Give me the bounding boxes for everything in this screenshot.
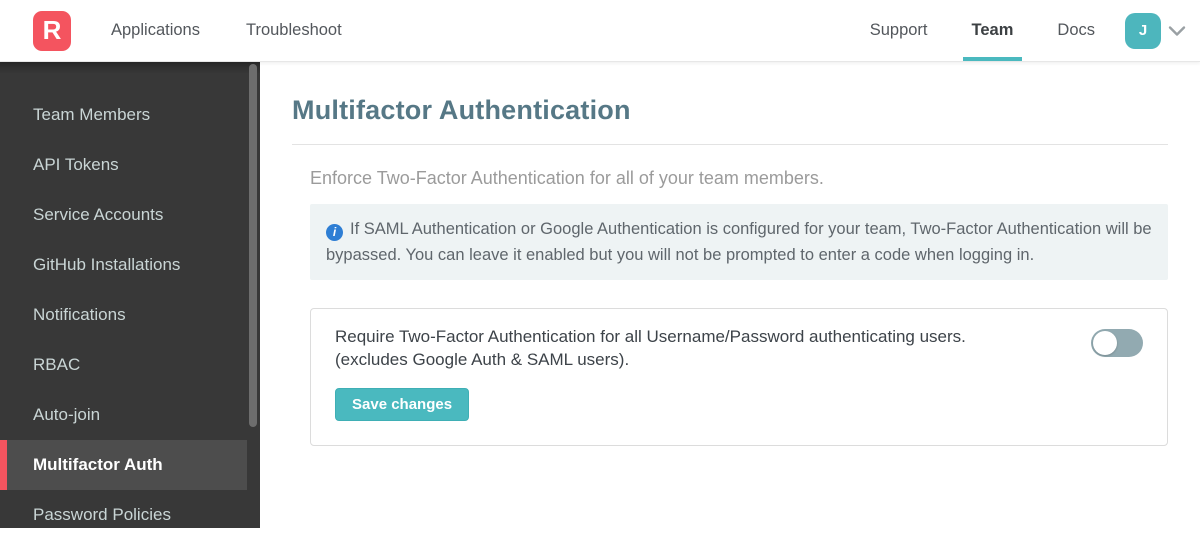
sidebar: Team Members API Tokens Service Accounts… [0, 62, 260, 528]
mfa-requirement-line1: Require Two-Factor Authentication for al… [335, 327, 966, 346]
sidebar-item-api-tokens[interactable]: API Tokens [0, 140, 247, 190]
sidebar-item-password-policies[interactable]: Password Policies [0, 490, 247, 540]
sidebar-scrollbar[interactable] [249, 64, 257, 427]
nav-team[interactable]: Team [962, 0, 1023, 61]
main-content: Multifactor Authentication Enforce Two-F… [260, 62, 1200, 528]
rollbar-logo[interactable]: R [33, 10, 71, 51]
intro-text: Enforce Two-Factor Authentication for al… [310, 168, 824, 188]
sidebar-item-team-members[interactable]: Team Members [0, 90, 247, 140]
secondary-nav: Support Team Docs [870, 0, 1095, 61]
info-note: If SAML Authentication or Google Authent… [310, 204, 1168, 280]
chevron-down-icon[interactable] [1168, 25, 1186, 37]
nav-docs[interactable]: Docs [1057, 0, 1095, 61]
mfa-requirement-line2: (excludes Google Auth & SAML users). [335, 350, 630, 369]
nav-support[interactable]: Support [870, 0, 928, 61]
sidebar-item-service-accounts[interactable]: Service Accounts [0, 190, 247, 240]
top-nav: R Applications Troubleshoot Support Team… [0, 0, 1200, 62]
mfa-section: Enforce Two-Factor Authentication for al… [310, 168, 1168, 446]
save-changes-button[interactable]: Save changes [335, 388, 470, 421]
page-title: Multifactor Authentication [292, 95, 631, 125]
logo-letter: R [42, 15, 62, 45]
nav-applications[interactable]: Applications [111, 0, 200, 61]
body-row: Team Members API Tokens Service Accounts… [0, 62, 1200, 528]
mfa-card-row: Require Two-Factor Authentication for al… [335, 325, 1143, 371]
avatar[interactable]: J [1125, 12, 1161, 49]
page: R Applications Troubleshoot Support Team… [0, 0, 1200, 528]
sidebar-item-rbac[interactable]: RBAC [0, 340, 247, 390]
user-menu[interactable]: J [1125, 12, 1186, 49]
sidebar-item-notifications[interactable]: Notifications [0, 290, 247, 340]
sidebar-item-auto-join[interactable]: Auto-join [0, 390, 247, 440]
divider [292, 144, 1168, 145]
sidebar-item-github-installations[interactable]: GitHub Installations [0, 240, 247, 290]
info-note-text: If SAML Authentication or Google Authent… [326, 220, 1152, 264]
sidebar-item-multifactor-auth[interactable]: Multifactor Auth [0, 440, 247, 490]
info-icon [326, 223, 343, 241]
mfa-requirement-text: Require Two-Factor Authentication for al… [335, 325, 966, 371]
nav-troubleshoot[interactable]: Troubleshoot [246, 0, 342, 61]
mfa-toggle[interactable] [1091, 329, 1143, 357]
toggle-knob [1093, 331, 1117, 355]
mfa-card: Require Two-Factor Authentication for al… [310, 308, 1168, 446]
primary-nav: Applications Troubleshoot [111, 0, 342, 61]
